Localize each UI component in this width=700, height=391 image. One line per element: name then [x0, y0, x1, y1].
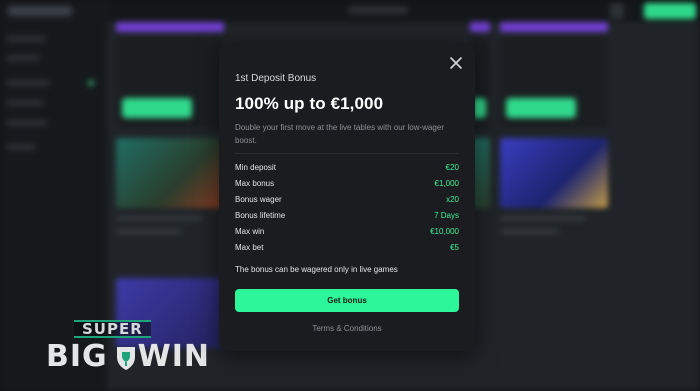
screen: SUPER BIG WIN 1st Deposit Bonus 100% up t… — [0, 0, 700, 391]
background-art — [500, 138, 608, 208]
background-column — [500, 22, 608, 234]
term-value: €1,000 — [434, 178, 459, 188]
background-strip — [116, 22, 224, 32]
term-row-bonus-wager: Bonus wager x20 — [235, 191, 459, 207]
term-label: Bonus wager — [235, 194, 282, 204]
bonus-note: The bonus can be wagered only in live ga… — [235, 265, 398, 274]
background-card — [500, 36, 608, 128]
term-row-max-bonus: Max bonus €1,000 — [235, 175, 459, 191]
background-sidebar-item — [6, 144, 36, 150]
background-card — [116, 36, 224, 128]
super-big-win-logo: SUPER BIG WIN — [44, 318, 214, 380]
term-label: Max bet — [235, 242, 264, 252]
background-top-button — [644, 3, 696, 19]
term-row-min-deposit: Min deposit €20 — [235, 159, 459, 175]
bonus-terms-list: Min deposit €20 Max bonus €1,000 Bonus w… — [235, 159, 459, 255]
background-strip — [470, 22, 490, 32]
background-column — [116, 22, 224, 348]
background-art — [116, 138, 224, 208]
logo-big-text: BIG — [46, 339, 108, 374]
background-strip — [500, 22, 608, 32]
term-row-max-win: Max win €10,000 — [235, 223, 459, 239]
background-line — [116, 216, 203, 221]
term-row-max-bet: Max bet €5 — [235, 239, 459, 255]
logo-win-text: WIN — [137, 339, 211, 374]
background-search — [348, 6, 408, 14]
background-line — [500, 229, 560, 234]
trophy-crest-icon — [117, 347, 135, 370]
bonus-description: Double your first move at the live table… — [235, 123, 444, 145]
terms-and-conditions-link[interactable]: Terms & Conditions — [219, 324, 475, 333]
background-top-button — [610, 3, 624, 19]
term-row-bonus-lifetime: Bonus lifetime 7 Days — [235, 207, 459, 223]
background-logo — [8, 6, 72, 16]
get-bonus-button[interactable]: Get bonus — [235, 289, 459, 312]
divider — [235, 153, 459, 154]
background-topbar — [108, 0, 700, 22]
background-sidebar-item — [6, 80, 50, 86]
term-label: Max bonus — [235, 178, 275, 188]
bonus-modal: 1st Deposit Bonus 100% up to €1,000 Doub… — [219, 43, 475, 351]
term-value: €20 — [445, 162, 459, 172]
term-label: Min deposit — [235, 162, 276, 172]
term-value: 7 Days — [434, 210, 459, 220]
background-line — [116, 229, 181, 234]
background-sidebar-item — [6, 36, 46, 42]
logo-super-text: SUPER — [74, 320, 151, 338]
term-value: x20 — [446, 194, 459, 204]
close-icon[interactable] — [449, 56, 463, 70]
term-label: Max win — [235, 226, 265, 236]
background-sidebar-item — [6, 100, 44, 106]
background-sidebar-badge — [88, 80, 94, 86]
background-sidebar-item — [6, 55, 40, 61]
term-label: Bonus lifetime — [235, 210, 286, 220]
bonus-kicker: 1st Deposit Bonus — [235, 73, 317, 84]
bonus-title: 100% up to €1,000 — [235, 94, 384, 113]
background-sidebar-item — [6, 120, 48, 126]
term-value: €5 — [450, 242, 459, 252]
term-value: €10,000 — [430, 226, 459, 236]
background-line — [500, 216, 587, 221]
